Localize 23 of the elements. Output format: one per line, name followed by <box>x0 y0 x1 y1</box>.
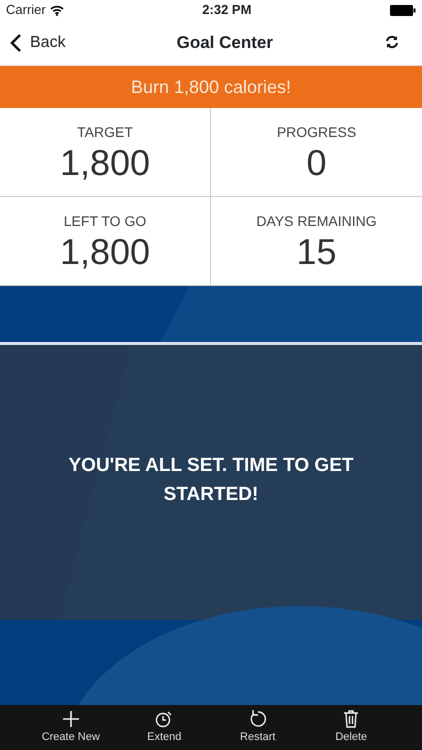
wifi-icon <box>50 4 64 16</box>
stat-label: PROGRESS <box>276 122 356 142</box>
battery-icon <box>390 4 416 16</box>
screen-title: Goal Center <box>176 32 273 54</box>
stat-label: LEFT TO GO <box>64 212 146 231</box>
toolbar-button[interactable]: Restart <box>218 709 298 746</box>
time-label: 2:32 PM <box>202 1 252 20</box>
stat-value: 1,800 <box>60 142 150 182</box>
back-button[interactable]: Back <box>10 30 66 54</box>
toolbar-button[interactable]: Delete <box>311 709 392 746</box>
restart-icon <box>248 709 268 730</box>
status-message: YOU'RE ALL SET. TIME TO GET STARTED! <box>68 454 354 506</box>
stat-value: 1,800 <box>60 232 150 272</box>
goal-banner: Burn 1,800 calories! <box>0 66 422 108</box>
stat-label: DAYS REMAINING <box>256 212 377 231</box>
chevron-left-icon <box>10 32 22 52</box>
stat-value: 15 <box>296 232 337 272</box>
stat-label: TARGET <box>77 122 133 142</box>
toolbar-button[interactable]: Create New <box>30 709 111 746</box>
stat-value: 0 <box>306 142 327 182</box>
carrier-label: Carrier <box>6 1 46 20</box>
toolbar-button[interactable]: Extend <box>124 709 204 746</box>
plus-icon <box>60 709 81 730</box>
